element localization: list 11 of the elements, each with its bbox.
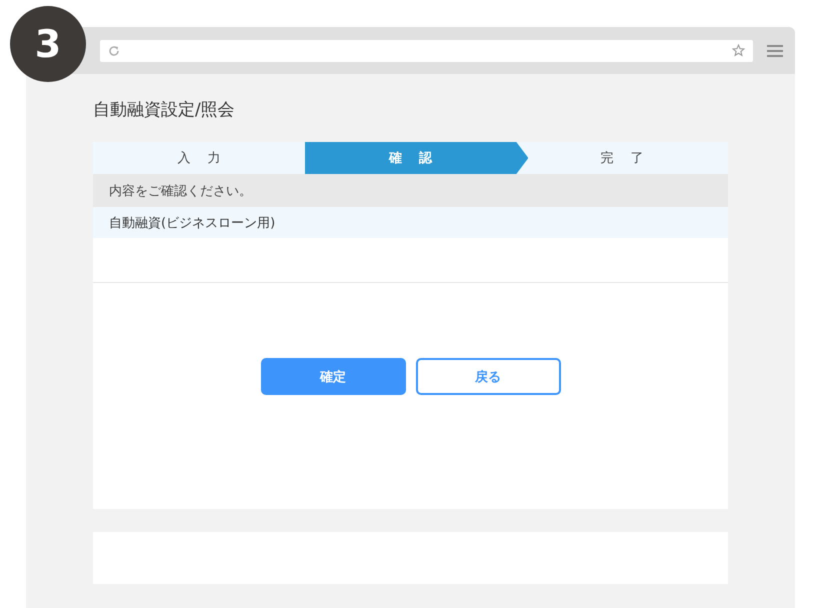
star-icon[interactable] bbox=[732, 44, 745, 57]
confirm-button[interactable]: 確定 bbox=[260, 358, 406, 395]
setting-item: 自動融資(ビジネスローン用) bbox=[93, 207, 728, 238]
page-title: 自動融資設定/照会 bbox=[93, 99, 236, 122]
confirmation-message: 内容をご確認ください。 bbox=[93, 174, 728, 207]
progress-step: 入力 bbox=[93, 142, 305, 174]
reload-icon[interactable] bbox=[108, 44, 120, 56]
back-button[interactable]: 戻る bbox=[416, 358, 560, 395]
progress-step: 確認 bbox=[304, 142, 528, 174]
step-number-badge: 3 bbox=[10, 6, 86, 82]
menu-icon[interactable] bbox=[767, 44, 783, 56]
